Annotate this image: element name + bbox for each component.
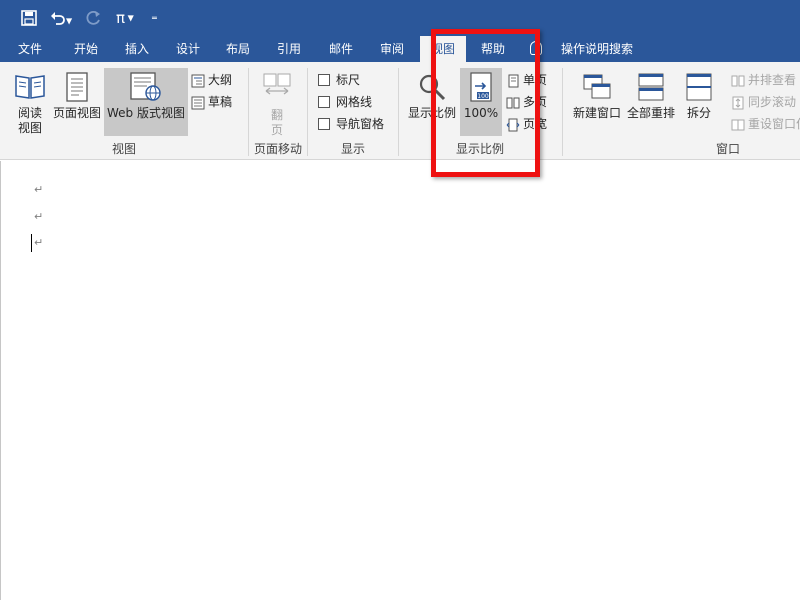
tab-design[interactable]: 设计 [165, 36, 211, 62]
new-window-button[interactable]: 新建窗口 [570, 68, 624, 136]
ruler-label: 标尺 [336, 73, 361, 87]
read-mode-button[interactable]: 阅读 视图 [8, 68, 52, 136]
gridlines-checkbox[interactable]: 网格线 [318, 92, 372, 112]
split-icon [685, 72, 713, 105]
tab-references[interactable]: 引用 [266, 36, 312, 62]
tab-home[interactable]: 开始 [62, 36, 110, 62]
ruler-checkbox-box[interactable] [318, 73, 330, 86]
tab-review[interactable]: 审阅 [369, 36, 415, 62]
equation-button[interactable]: π ▼ [116, 7, 134, 29]
redo-icon[interactable] [86, 7, 102, 29]
arrange-all-label: 全部重排 [626, 106, 675, 120]
flip-page-icon [262, 72, 292, 105]
paragraph-mark: ↵ [34, 236, 44, 249]
tab-file[interactable]: 文件 [8, 36, 52, 62]
draft-icon [191, 96, 205, 109]
navigation-pane-label: 导航窗格 [336, 117, 385, 131]
draft-button[interactable]: 草稿 [191, 92, 232, 112]
print-layout-button[interactable]: 页面视图 [52, 68, 102, 136]
text-cursor [31, 234, 32, 252]
ruler-checkbox[interactable]: 标尺 [318, 70, 360, 90]
reset-window-label: 重设窗口位 [748, 117, 800, 131]
draft-label: 草稿 [208, 95, 233, 109]
reset-window-position-button[interactable]: 重设窗口位 [731, 114, 800, 134]
split-button[interactable]: 拆分 [680, 68, 718, 136]
paragraph-mark: ↵ [34, 183, 44, 196]
show-group-label: 显示 [340, 142, 365, 156]
customize-quick-access-icon[interactable]: ═ [152, 7, 157, 29]
tab-insert[interactable]: 插入 [114, 36, 160, 62]
arrange-all-icon [637, 72, 665, 105]
print-layout-icon [65, 72, 89, 105]
outline-button[interactable]: 大纲 [191, 70, 232, 90]
views-group-label: 视图 [111, 142, 136, 156]
navigation-pane-checkbox[interactable]: 导航窗格 [318, 114, 384, 134]
flip-page-label-2: 页 [270, 123, 283, 137]
read-mode-icon [14, 72, 46, 103]
sync-scroll-icon [732, 96, 744, 109]
side-by-side-label: 并排查看 [748, 73, 797, 87]
web-layout-label: Web 版式视图 [107, 106, 185, 120]
navigation-pane-checkbox-box[interactable] [318, 117, 330, 130]
web-layout-icon [129, 72, 163, 105]
web-layout-button[interactable]: Web 版式视图 [104, 68, 188, 136]
window-group-label: 窗口 [715, 142, 740, 156]
page-movement-group-label: 页面移动 [253, 142, 302, 156]
synchronous-scrolling-button[interactable]: 同步滚动 [731, 92, 796, 112]
side-by-side-icon [731, 75, 745, 86]
print-layout-label: 页面视图 [52, 106, 101, 120]
title-bar: ▼ π ▼ ═ [0, 0, 800, 36]
flip-page-button[interactable]: 翻页 [257, 68, 297, 137]
document-canvas[interactable]: ↵ ↵ ↵ [0, 161, 800, 600]
tab-mailings[interactable]: 邮件 [318, 36, 364, 62]
new-window-icon [582, 72, 612, 105]
view-side-by-side-button[interactable]: 并排查看 [731, 70, 796, 90]
reset-window-icon [731, 119, 745, 130]
ribbon-tab-bar: 文件 开始 插入 设计 布局 引用 邮件 审阅 视图 帮助 操作说明搜索 [0, 36, 800, 62]
outline-icon [191, 74, 205, 87]
flip-page-label-1: 翻 [270, 108, 283, 122]
ribbon-view: 阅读 视图 页面视图 Web 版式视图 大纲 草稿 视图 翻页 页面移动 标尺 网… [0, 62, 800, 160]
zoom-group-highlight-box [431, 29, 540, 177]
undo-icon[interactable]: ▼ [50, 7, 72, 29]
paragraph-mark: ↵ [34, 210, 44, 223]
outline-label: 大纲 [208, 73, 233, 87]
tell-me-label: 操作说明搜索 [561, 42, 634, 56]
new-window-label: 新建窗口 [572, 106, 621, 120]
split-label: 拆分 [686, 106, 711, 120]
tab-layout[interactable]: 布局 [215, 36, 261, 62]
read-mode-label-2: 视图 [17, 121, 42, 135]
read-mode-label-1: 阅读 [17, 106, 42, 120]
sync-scroll-label: 同步滚动 [748, 95, 797, 109]
save-icon[interactable] [21, 7, 37, 29]
equation-label: π [116, 9, 126, 27]
gridlines-checkbox-box[interactable] [318, 95, 330, 108]
gridlines-label: 网格线 [336, 95, 373, 109]
arrange-all-button[interactable]: 全部重排 [625, 68, 677, 136]
